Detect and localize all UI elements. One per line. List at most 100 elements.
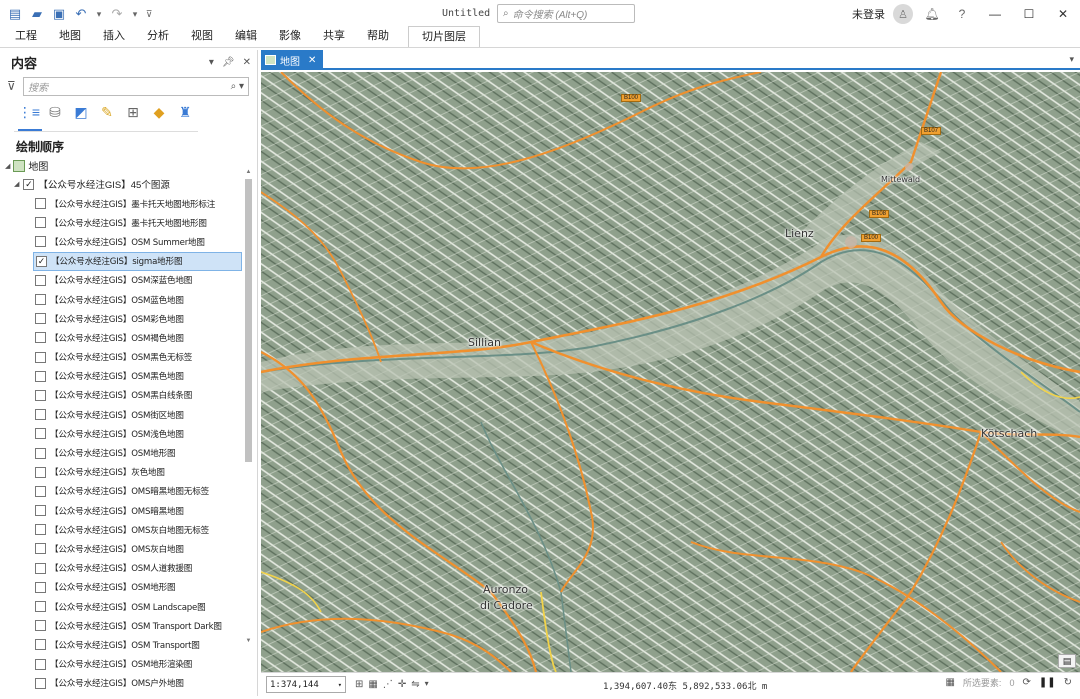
layer-row[interactable]: 【公众号水经注GIS】OSM蓝色地图 bbox=[33, 290, 242, 309]
layer-checkbox[interactable] bbox=[35, 620, 46, 632]
tab-share[interactable]: 共享 bbox=[312, 26, 356, 47]
layer-row[interactable]: 【公众号水经注GIS】OSM地形图 bbox=[33, 578, 242, 597]
layer-row[interactable]: 【公众号水经注GIS】OSM地形渲染图 bbox=[33, 655, 242, 674]
maximize-button[interactable]: ☐ bbox=[1012, 0, 1046, 28]
layer-row[interactable]: 【公众号水经注GIS】OSM黑色无标签 bbox=[33, 348, 242, 367]
layer-checkbox[interactable] bbox=[35, 543, 46, 555]
layer-row[interactable]: 【公众号水经注GIS】OSM褐色地图 bbox=[33, 328, 242, 347]
undo-dropdown-icon[interactable]: ▾ bbox=[94, 5, 104, 23]
chevron-down-icon[interactable]: ▾ bbox=[425, 679, 429, 690]
tree-map-node[interactable]: ◢ 地图 bbox=[5, 158, 48, 173]
selection-icon[interactable]: ◩ bbox=[72, 103, 90, 121]
snapping-icon[interactable]: ⊞ bbox=[124, 103, 142, 121]
tab-list-dropdown-icon[interactable]: ▾ bbox=[1069, 54, 1074, 65]
scale-selector[interactable]: 1:374,144 ▾ bbox=[266, 676, 346, 693]
tab-project[interactable]: 工程 bbox=[4, 26, 48, 47]
map-overlay-toggle-icon[interactable]: ▤ bbox=[1058, 654, 1076, 668]
close-button[interactable]: ✕ bbox=[1046, 0, 1080, 28]
layer-row[interactable]: 【公众号水经注GIS】OSM Transport图 bbox=[33, 635, 242, 654]
layer-checkbox[interactable] bbox=[35, 332, 46, 344]
scroll-up-icon[interactable]: ▲ bbox=[244, 168, 253, 177]
layer-checkbox[interactable] bbox=[35, 505, 46, 517]
layer-checkbox[interactable] bbox=[35, 677, 46, 689]
layer-row[interactable]: ✓ 【公众号水经注GIS】sigma地形图 bbox=[33, 251, 242, 271]
layer-checkbox[interactable] bbox=[35, 447, 46, 459]
new-project-icon[interactable]: ▤ bbox=[6, 5, 24, 23]
tab-map[interactable]: 地图 bbox=[48, 26, 92, 47]
layer-row[interactable]: 【公众号水经注GIS】OMS灰白地图 bbox=[33, 539, 242, 558]
data-source-icon[interactable]: ⛁ bbox=[46, 103, 64, 121]
layer-row[interactable]: 【公众号水经注GIS】OSM Transport Dark图 bbox=[33, 616, 242, 635]
layer-checkbox[interactable] bbox=[35, 466, 46, 478]
layer-checkbox[interactable] bbox=[35, 217, 46, 229]
redo-dropdown-icon[interactable]: ▾ bbox=[130, 5, 140, 23]
user-avatar-icon[interactable]: ♙ bbox=[893, 4, 913, 24]
layer-checkbox[interactable] bbox=[35, 198, 46, 210]
layer-checkbox[interactable] bbox=[35, 562, 46, 574]
layer-row[interactable]: 【公众号水经注GIS】OSM黑色地图 bbox=[33, 367, 242, 386]
redo-icon[interactable]: ↷ bbox=[108, 5, 126, 23]
contents-search-input[interactable]: 搜索 ⌕ ▾ bbox=[23, 76, 249, 96]
crosshair-icon[interactable]: ✛ bbox=[398, 679, 406, 690]
layer-row[interactable]: 【公众号水经注GIS】OMS户外地图 bbox=[33, 674, 242, 693]
layer-row[interactable]: 【公众号水经注GIS】墨卡托天地图地形标注 bbox=[33, 194, 242, 213]
pin-icon[interactable]: 📌︎ bbox=[222, 57, 235, 68]
scroll-down-icon[interactable]: ▼ bbox=[244, 637, 253, 646]
layer-checkbox[interactable] bbox=[35, 409, 46, 421]
fixed-zoom-icon[interactable]: ⊞ bbox=[355, 679, 363, 690]
layer-row[interactable]: 【公众号水经注GIS】OSM浅色地图 bbox=[33, 424, 242, 443]
tab-imagery[interactable]: 影像 bbox=[268, 26, 312, 47]
help-button[interactable]: ? bbox=[951, 4, 973, 24]
layer-checkbox[interactable] bbox=[35, 313, 46, 325]
group-checkbox[interactable]: ✓ bbox=[23, 178, 35, 190]
layer-row[interactable]: 【公众号水经注GIS】墨卡托天地图地形图 bbox=[33, 213, 242, 232]
layer-checkbox[interactable] bbox=[35, 485, 46, 497]
minimize-button[interactable]: — bbox=[978, 0, 1012, 28]
layer-checkbox[interactable] bbox=[35, 351, 46, 363]
layer-row[interactable]: 【公众号水经注GIS】OSM彩色地图 bbox=[33, 309, 242, 328]
layer-checkbox[interactable] bbox=[35, 389, 46, 401]
close-pane-icon[interactable]: ✕ bbox=[243, 57, 251, 68]
tab-edit[interactable]: 编辑 bbox=[224, 26, 268, 47]
refresh-icon[interactable]: ⟳ bbox=[1022, 677, 1030, 688]
command-search-input[interactable]: ⌕ 命令搜索 (Alt+Q) bbox=[497, 4, 635, 23]
open-folder-icon[interactable]: ▰ bbox=[28, 5, 46, 23]
close-tab-icon[interactable]: ✕ bbox=[308, 55, 316, 66]
tab-tile-layer[interactable]: 切片图层 bbox=[408, 26, 480, 47]
layer-checkbox[interactable] bbox=[35, 658, 46, 670]
labeling-icon[interactable]: ◆ bbox=[150, 103, 168, 121]
snapping-toggle-icon[interactable]: ⋰ bbox=[383, 679, 393, 690]
tab-map-view[interactable]: 地图 ✕ bbox=[261, 50, 323, 70]
tab-analysis[interactable]: 分析 bbox=[136, 26, 180, 47]
layer-row[interactable]: 【公众号水经注GIS】灰色地图 bbox=[33, 463, 242, 482]
layer-checkbox[interactable] bbox=[35, 428, 46, 440]
customize-toolbar-icon[interactable]: ⊽ bbox=[144, 5, 154, 23]
pane-options-icon[interactable]: ▾ bbox=[209, 57, 214, 68]
drawing-order-icon[interactable]: ⋮≡ bbox=[18, 103, 40, 121]
layer-checkbox[interactable] bbox=[35, 639, 46, 651]
layer-checkbox[interactable] bbox=[35, 581, 46, 593]
layer-checkbox[interactable] bbox=[35, 601, 46, 613]
collapse-caret-icon[interactable]: ◢ bbox=[14, 180, 19, 188]
perspective-icon[interactable]: ♜ bbox=[176, 103, 194, 121]
layer-row[interactable]: 【公众号水经注GIS】OSM深蓝色地图 bbox=[33, 271, 242, 290]
map-view[interactable]: Lienz Sillian Kötschach Auronzo di Cador… bbox=[261, 72, 1080, 672]
grid-icon[interactable]: ▦ bbox=[368, 679, 377, 690]
search-dropdown-icon[interactable]: ⌕ ▾ bbox=[231, 81, 244, 92]
tab-help[interactable]: 帮助 bbox=[356, 26, 400, 47]
layer-row[interactable]: 【公众号水经注GIS】OMS暗黑地图 bbox=[33, 501, 242, 520]
layer-row[interactable]: 【公众号水经注GIS】OSM街区地图 bbox=[33, 405, 242, 424]
layer-checkbox[interactable] bbox=[35, 370, 46, 382]
undo-icon[interactable]: ↶ bbox=[72, 5, 90, 23]
layer-row[interactable]: 【公众号水经注GIS】OSM Summer地图 bbox=[33, 232, 242, 251]
layer-row[interactable]: 【公众号水经注GIS】OMS灰白地图无标签 bbox=[33, 520, 242, 539]
refresh-map-icon[interactable]: ↻ bbox=[1064, 677, 1072, 688]
coordinate-options-icon[interactable]: ⇋ bbox=[411, 679, 419, 690]
tree-group-layer[interactable]: ◢ ✓ 【公众号水经注GIS】45个图源 bbox=[14, 177, 170, 191]
editing-icon[interactable]: ✎ bbox=[98, 103, 116, 121]
layer-checkbox[interactable]: ✓ bbox=[36, 255, 47, 267]
filter-icon[interactable]: ⊽ bbox=[7, 79, 23, 93]
pause-drawing-icon[interactable]: ❚❚ bbox=[1039, 677, 1056, 688]
tab-view[interactable]: 视图 bbox=[180, 26, 224, 47]
layer-checkbox[interactable] bbox=[35, 236, 46, 248]
